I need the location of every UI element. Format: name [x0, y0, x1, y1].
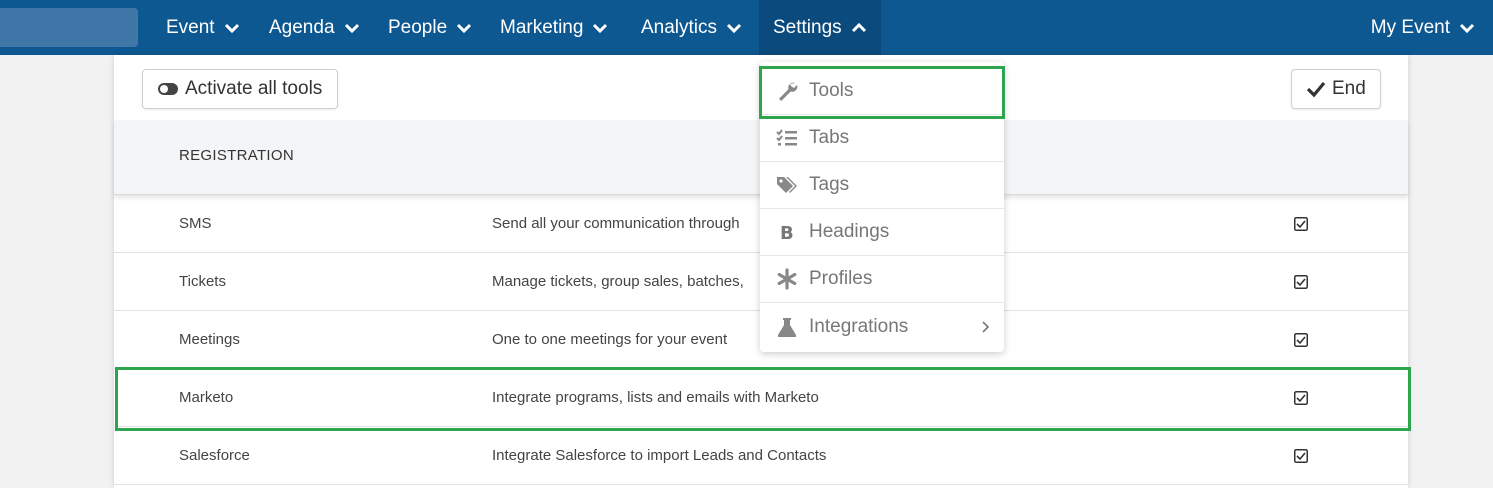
menu-item-label: Tabs [809, 127, 850, 148]
tool-description: Manage tickets, group sales, batches, [492, 273, 744, 290]
nav-item-people[interactable]: People [388, 0, 472, 55]
tool-name: Marketo [179, 389, 234, 406]
nav-item-label: Analytics [641, 16, 718, 38]
menu-item-headings[interactable]: B Headings [760, 209, 1004, 256]
end-button[interactable]: End [1291, 69, 1381, 109]
enabled-checkbox[interactable] [1294, 449, 1308, 463]
chevron-right-icon [982, 320, 990, 333]
top-nav-bar: Event Agenda People Marketing Analytics … [0, 0, 1493, 55]
nav-item-label: Agenda [269, 16, 335, 38]
enabled-checkbox[interactable] [1294, 217, 1308, 231]
menu-item-tools[interactable]: Tools [760, 68, 1004, 115]
list-check-icon [776, 129, 797, 146]
flask-icon [778, 317, 796, 337]
table-row: Salesforce Integrate Salesforce to impor… [114, 427, 1408, 485]
enabled-checkbox[interactable] [1294, 333, 1308, 347]
section-title: REGISTRATION [179, 147, 294, 164]
menu-item-tabs[interactable]: Tabs [760, 115, 1004, 162]
tool-description: Integrate programs, lists and emails wit… [492, 389, 819, 406]
tags-icon [777, 177, 797, 193]
check-icon [1306, 81, 1326, 98]
toggle-icon [158, 83, 178, 95]
nav-item-label: People [388, 16, 448, 38]
chevron-down-icon [344, 23, 359, 33]
nav-item-label: Marketing [500, 16, 584, 38]
nav-search-box[interactable] [0, 8, 138, 47]
tool-description: Send all your communication through [492, 215, 740, 232]
tool-description: Integrate Salesforce to import Leads and… [492, 447, 827, 464]
tool-name: SMS [179, 215, 212, 232]
enabled-checkbox[interactable] [1294, 275, 1308, 289]
menu-item-label: Integrations [809, 315, 909, 337]
nav-item-label: Settings [773, 16, 842, 38]
bold-icon: B [780, 223, 794, 243]
menu-item-tags[interactable]: Tags [760, 162, 1004, 209]
nav-item-marketing[interactable]: Marketing [500, 0, 608, 55]
tool-name: Meetings [179, 331, 240, 348]
chevron-down-icon [593, 23, 608, 33]
chevron-down-icon [1459, 23, 1475, 33]
menu-item-integrations[interactable]: Integrations [760, 303, 1004, 350]
menu-item-label: Profiles [809, 268, 873, 289]
wrench-icon [779, 82, 798, 101]
tool-name: Salesforce [179, 447, 250, 464]
menu-item-label: Tags [809, 174, 850, 195]
tool-description: One to one meetings for your event [492, 331, 728, 348]
nav-item-agenda[interactable]: Agenda [269, 0, 360, 55]
svg-text:B: B [780, 223, 794, 243]
chevron-down-icon [726, 23, 742, 33]
nav-item-label: Event [166, 16, 215, 38]
nav-item-analytics[interactable]: Analytics [641, 0, 742, 55]
chevron-down-icon [224, 23, 239, 33]
menu-item-profiles[interactable]: Profiles [760, 256, 1004, 303]
chevron-down-icon [457, 23, 472, 33]
asterisk-icon [777, 268, 797, 290]
nav-item-label: My Event [1370, 16, 1450, 38]
nav-item-event[interactable]: Event [166, 0, 240, 55]
menu-item-label: Headings [809, 221, 890, 242]
enabled-checkbox[interactable] [1294, 391, 1308, 405]
chevron-up-icon [851, 22, 866, 32]
tool-name: Tickets [179, 273, 226, 290]
nav-item-settings[interactable]: Settings [759, 0, 881, 55]
table-row: Marketo Integrate programs, lists and em… [114, 369, 1408, 427]
activate-all-tools-button[interactable]: Activate all tools [142, 69, 338, 109]
menu-item-label: Tools [809, 80, 854, 101]
end-label: End [1332, 78, 1366, 99]
nav-item-my-event[interactable]: My Event [1371, 0, 1475, 55]
activate-all-tools-label: Activate all tools [185, 78, 323, 99]
settings-dropdown-menu: Tools Tabs Tags B Headings Profiles Inte… [760, 62, 1004, 352]
